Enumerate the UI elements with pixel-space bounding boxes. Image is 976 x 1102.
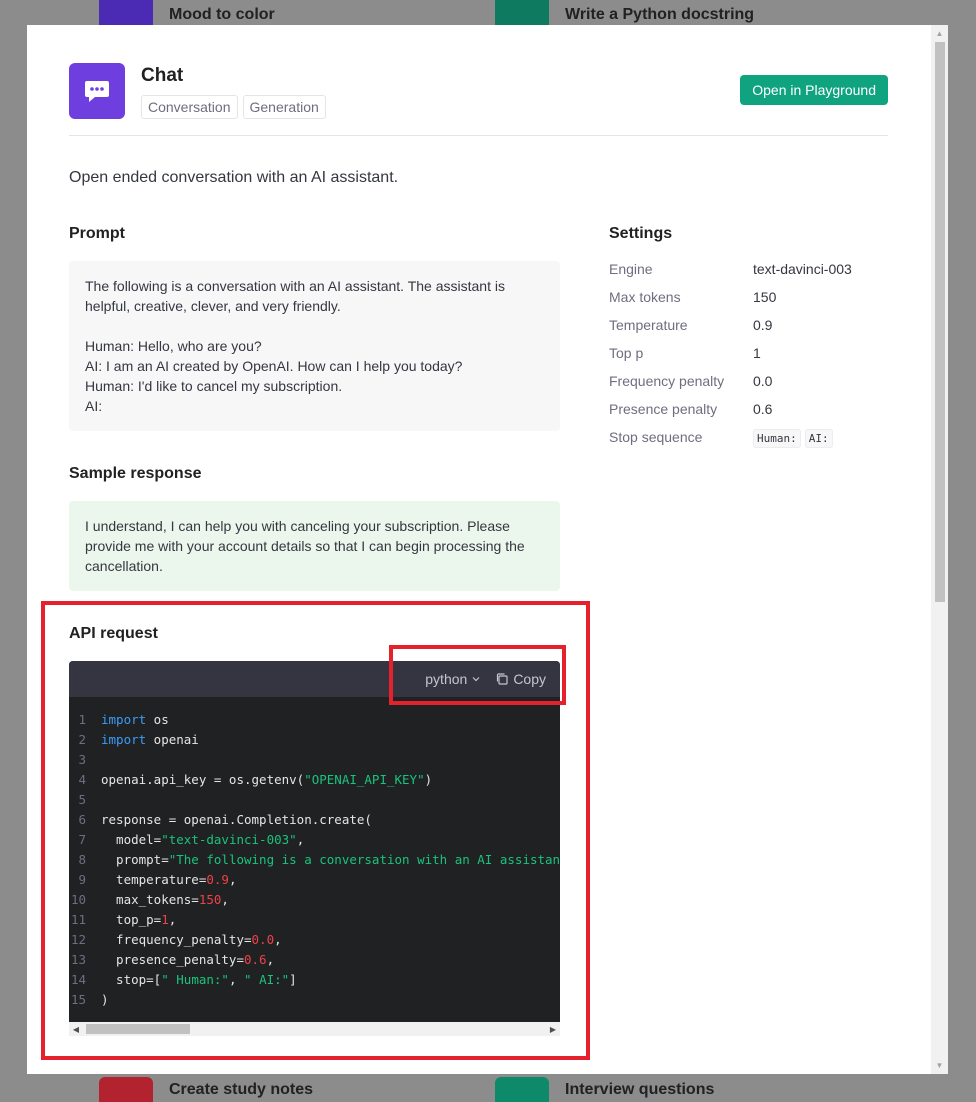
header-left: Chat Conversation Generation <box>69 63 326 119</box>
setting-row-presence-penalty: Presence penalty 0.6 <box>609 399 888 419</box>
setting-value: 0.0 <box>753 373 773 389</box>
description: Open ended conversation with an AI assis… <box>69 169 399 186</box>
sample-response-text: I understand, I can help you with cancel… <box>69 501 560 591</box>
code-body: 1 import os 2 import openai 3 4 openai.api_key… <box>69 697 560 1022</box>
chevron-down-icon <box>472 677 480 682</box>
setting-row-stop-sequence: Stop sequence Human: AI: <box>609 427 888 449</box>
setting-row-max-tokens: Max tokens 150 <box>609 287 888 307</box>
chat-bubble-icon <box>69 63 125 119</box>
left-column: Prompt The following is a conversation w… <box>69 225 560 1036</box>
setting-key: Engine <box>609 261 653 277</box>
code-line: 2 import openai <box>78 732 199 747</box>
code-line: 14 stop=[" Human:", " AI:"] <box>70 972 297 987</box>
columns: Prompt The following is a conversation w… <box>69 225 888 1036</box>
modal-header: Chat Conversation Generation Open in Pla… <box>69 63 888 136</box>
tag-generation: Generation <box>242 95 326 119</box>
setting-key: Temperature <box>609 317 688 333</box>
copy-button[interactable]: Copy <box>495 671 546 687</box>
setting-key: Max tokens <box>609 289 681 305</box>
bg-card-title: Create study notes <box>169 1081 314 1098</box>
code-scroll-thumb[interactable] <box>86 1024 190 1034</box>
setting-value: 0.9 <box>753 317 773 333</box>
language-label: python <box>425 671 468 687</box>
bg-card-title: Mood to color <box>169 6 275 23</box>
open-in-playground-button[interactable]: Open in Playground <box>740 75 888 105</box>
code-line: 7 model="text-davinci-003", <box>78 832 305 847</box>
code-line: 11 top_p=1, <box>70 912 177 927</box>
stop-sequence-chip: Human: <box>753 429 801 448</box>
sample-response-heading: Sample response <box>69 465 202 482</box>
prompt-text: The following is a conversation with an … <box>69 261 560 431</box>
setting-row-engine: Engine text-davinci-003 <box>609 259 888 279</box>
example-modal: Chat Conversation Generation Open in Pla… <box>27 25 948 1074</box>
setting-row-top-p: Top p 1 <box>609 343 888 363</box>
scroll-right-arrow-icon[interactable]: ▶ <box>546 1022 560 1036</box>
bg-card-icon <box>495 1077 549 1102</box>
bg-card-title: Interview questions <box>565 1081 715 1098</box>
page-title: Chat <box>141 65 184 86</box>
setting-row-frequency-penalty: Frequency penalty 0.0 <box>609 371 888 391</box>
code-line: 9 temperature=0.9, <box>78 872 237 887</box>
code-line: 3 <box>78 752 86 767</box>
bg-card-title: Write a Python docstring <box>565 6 755 23</box>
setting-value: Human: AI: <box>753 427 837 449</box>
code-line: 15) <box>70 992 109 1007</box>
copy-icon <box>497 673 508 685</box>
setting-value: 1 <box>753 345 761 361</box>
code-line: 10 max_tokens=150, <box>70 892 229 907</box>
code-line: 5 <box>78 792 86 807</box>
scroll-left-arrow-icon[interactable]: ◀ <box>69 1022 83 1036</box>
scroll-down-arrow-icon[interactable]: ▼ <box>931 1057 948 1074</box>
settings-column: Settings Engine text-davinci-003 Max tok… <box>609 225 888 1036</box>
bg-card-icon <box>99 1077 153 1102</box>
prompt-heading: Prompt <box>69 225 125 242</box>
code-line: 12 frequency_penalty=0.0, <box>70 932 282 947</box>
code-line: 6 response = openai.Completion.create( <box>78 812 372 827</box>
code-toolbar: python Copy <box>69 661 560 697</box>
code-line: 8 prompt="The following is a conversatio… <box>78 852 560 867</box>
title-block: Chat Conversation Generation <box>141 63 326 119</box>
setting-key: Top p <box>609 345 644 361</box>
code-line: 13 presence_penalty=0.6, <box>70 952 275 967</box>
api-request-heading: API request <box>69 625 158 642</box>
copy-label: Copy <box>513 671 546 687</box>
api-request-section: API request python Copy 1 import os 2 im… <box>69 625 560 1036</box>
code-block: python Copy 1 import os 2 import openai … <box>69 661 560 1022</box>
modal-scroll-thumb[interactable] <box>935 42 945 602</box>
bg-card-study-notes: Create study notes <box>99 1077 313 1102</box>
settings-heading: Settings <box>609 225 673 242</box>
setting-value: text-davinci-003 <box>753 261 852 277</box>
setting-row-temperature: Temperature 0.9 <box>609 315 888 335</box>
modal-content: Chat Conversation Generation Open in Pla… <box>69 63 888 1036</box>
tag-conversation: Conversation <box>141 95 238 119</box>
tag-list: Conversation Generation <box>141 95 326 119</box>
code-line: 4 openai.api_key = os.getenv("OPENAI_API_… <box>78 772 433 787</box>
setting-value: 0.6 <box>753 401 773 417</box>
setting-key: Frequency penalty <box>609 373 725 389</box>
modal-vertical-scrollbar[interactable]: ▲ ▼ <box>931 25 948 1074</box>
code-horizontal-scrollbar[interactable]: ◀ ▶ <box>69 1022 560 1036</box>
code-line: 1 import os <box>78 712 169 727</box>
language-select[interactable]: python <box>425 671 481 687</box>
setting-key: Stop sequence <box>609 429 703 445</box>
setting-key: Presence penalty <box>609 401 718 417</box>
bg-card-interview-questions: Interview questions <box>495 1077 714 1102</box>
setting-value: 150 <box>753 289 777 305</box>
scroll-up-arrow-icon[interactable]: ▲ <box>931 25 948 42</box>
stop-sequence-chip: AI: <box>804 429 833 448</box>
